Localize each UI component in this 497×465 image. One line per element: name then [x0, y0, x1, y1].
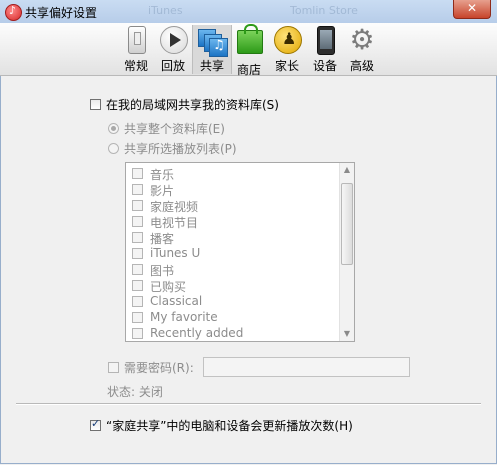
- share-selected-playlists-radio[interactable]: [108, 143, 119, 154]
- tab-label: 设备: [312, 59, 337, 73]
- password-field[interactable]: [203, 357, 410, 377]
- tab-label: 商店: [236, 63, 261, 77]
- window-title: 共享偏好设置: [25, 6, 98, 20]
- divider: [16, 403, 481, 405]
- itunes-app-icon: [5, 4, 22, 21]
- playlist-checkbox[interactable]: [132, 264, 143, 275]
- sharing-icon: ♫: [197, 26, 228, 57]
- share-selected-playlists-label: 共享所选播放列表(P): [124, 142, 237, 156]
- playlist-checkbox[interactable]: [132, 328, 143, 339]
- tab-parental[interactable]: 家长: [268, 25, 306, 74]
- background-window-title: Tomlin Store: [290, 4, 358, 17]
- tab-label: 高级: [349, 59, 374, 73]
- playlist-label: 播客: [150, 232, 175, 246]
- playlist-label: 音乐: [150, 168, 175, 182]
- share-entire-library-label: 共享整个资料库(E): [124, 122, 225, 136]
- close-button[interactable]: ✕: [453, 0, 491, 19]
- playlist-checkbox[interactable]: [132, 184, 143, 195]
- playlist-label: 图书: [150, 264, 175, 278]
- background-window-title: iTunes: [148, 4, 183, 17]
- tab-sharing[interactable]: ♫ 共享: [192, 25, 232, 74]
- preferences-toolbar: 常规 回放 ♫ 共享 商店 家长 设备 ⚙ 高级: [0, 23, 497, 77]
- playlist-label: Recently added: [150, 326, 244, 340]
- playlist-checkbox[interactable]: [132, 232, 143, 243]
- tab-devices[interactable]: 设备: [306, 25, 344, 74]
- tab-label: 家长: [274, 59, 299, 73]
- tab-advanced[interactable]: ⚙ 高级: [343, 25, 381, 74]
- general-icon: [128, 26, 146, 54]
- tab-playback[interactable]: 回放: [154, 25, 192, 74]
- share-library-label: 在我的局域网共享我的资料库(S): [106, 98, 279, 112]
- playlist-checkbox[interactable]: [132, 296, 143, 307]
- playlist-checkbox[interactable]: [132, 216, 143, 227]
- title-bar: 共享偏好设置 iTunes Tomlin Store ✕: [0, 0, 497, 24]
- playback-icon: [160, 26, 188, 54]
- tab-general[interactable]: 常规: [117, 25, 155, 74]
- playlist-label: 电视节目: [150, 216, 199, 230]
- scroll-down-icon[interactable]: ▼: [340, 327, 354, 341]
- share-library-checkbox[interactable]: [90, 99, 101, 110]
- scroll-thumb[interactable]: [341, 183, 353, 265]
- gear-icon: ⚙: [349, 23, 375, 56]
- playlist-list[interactable]: 音乐 影片 家庭视频 电视节目 播客 iTunes U 图书 已购买 Class…: [125, 162, 355, 342]
- home-sharing-play-count-checkbox[interactable]: [90, 417, 101, 431]
- playlist-label: 已购买: [150, 280, 187, 294]
- tab-label: 回放: [160, 59, 185, 73]
- parental-icon: [274, 26, 302, 54]
- playlist-scrollbar[interactable]: ▲ ▼: [339, 163, 354, 341]
- store-icon: [237, 24, 263, 54]
- playlist-label: My favorite: [150, 310, 218, 324]
- playlist-checkbox[interactable]: [132, 168, 143, 179]
- tab-store[interactable]: 商店: [230, 24, 268, 77]
- playlist-label: iTunes U: [150, 246, 201, 260]
- require-password-label: 需要密码(R):: [124, 361, 194, 375]
- scroll-up-icon[interactable]: ▲: [340, 163, 354, 177]
- tab-label: 常规: [123, 59, 148, 73]
- require-password-checkbox[interactable]: [108, 362, 119, 373]
- playlist-checkbox[interactable]: [132, 312, 143, 323]
- playlist-checkbox[interactable]: [132, 248, 143, 259]
- device-icon: [317, 26, 335, 55]
- playlist-label: Classical: [150, 294, 203, 308]
- sharing-status-text: 状态: 关闭: [107, 385, 163, 399]
- playlist-label: 影片: [150, 184, 175, 198]
- playlist-checkbox[interactable]: [132, 280, 143, 291]
- playlist-label: 家庭视频: [150, 200, 199, 214]
- share-entire-library-radio[interactable]: [108, 123, 119, 134]
- home-sharing-play-count-label: “家庭共享”中的电脑和设备会更新播放次数(H): [106, 419, 353, 433]
- playlist-checkbox[interactable]: [132, 200, 143, 211]
- tab-label: 共享: [199, 59, 224, 73]
